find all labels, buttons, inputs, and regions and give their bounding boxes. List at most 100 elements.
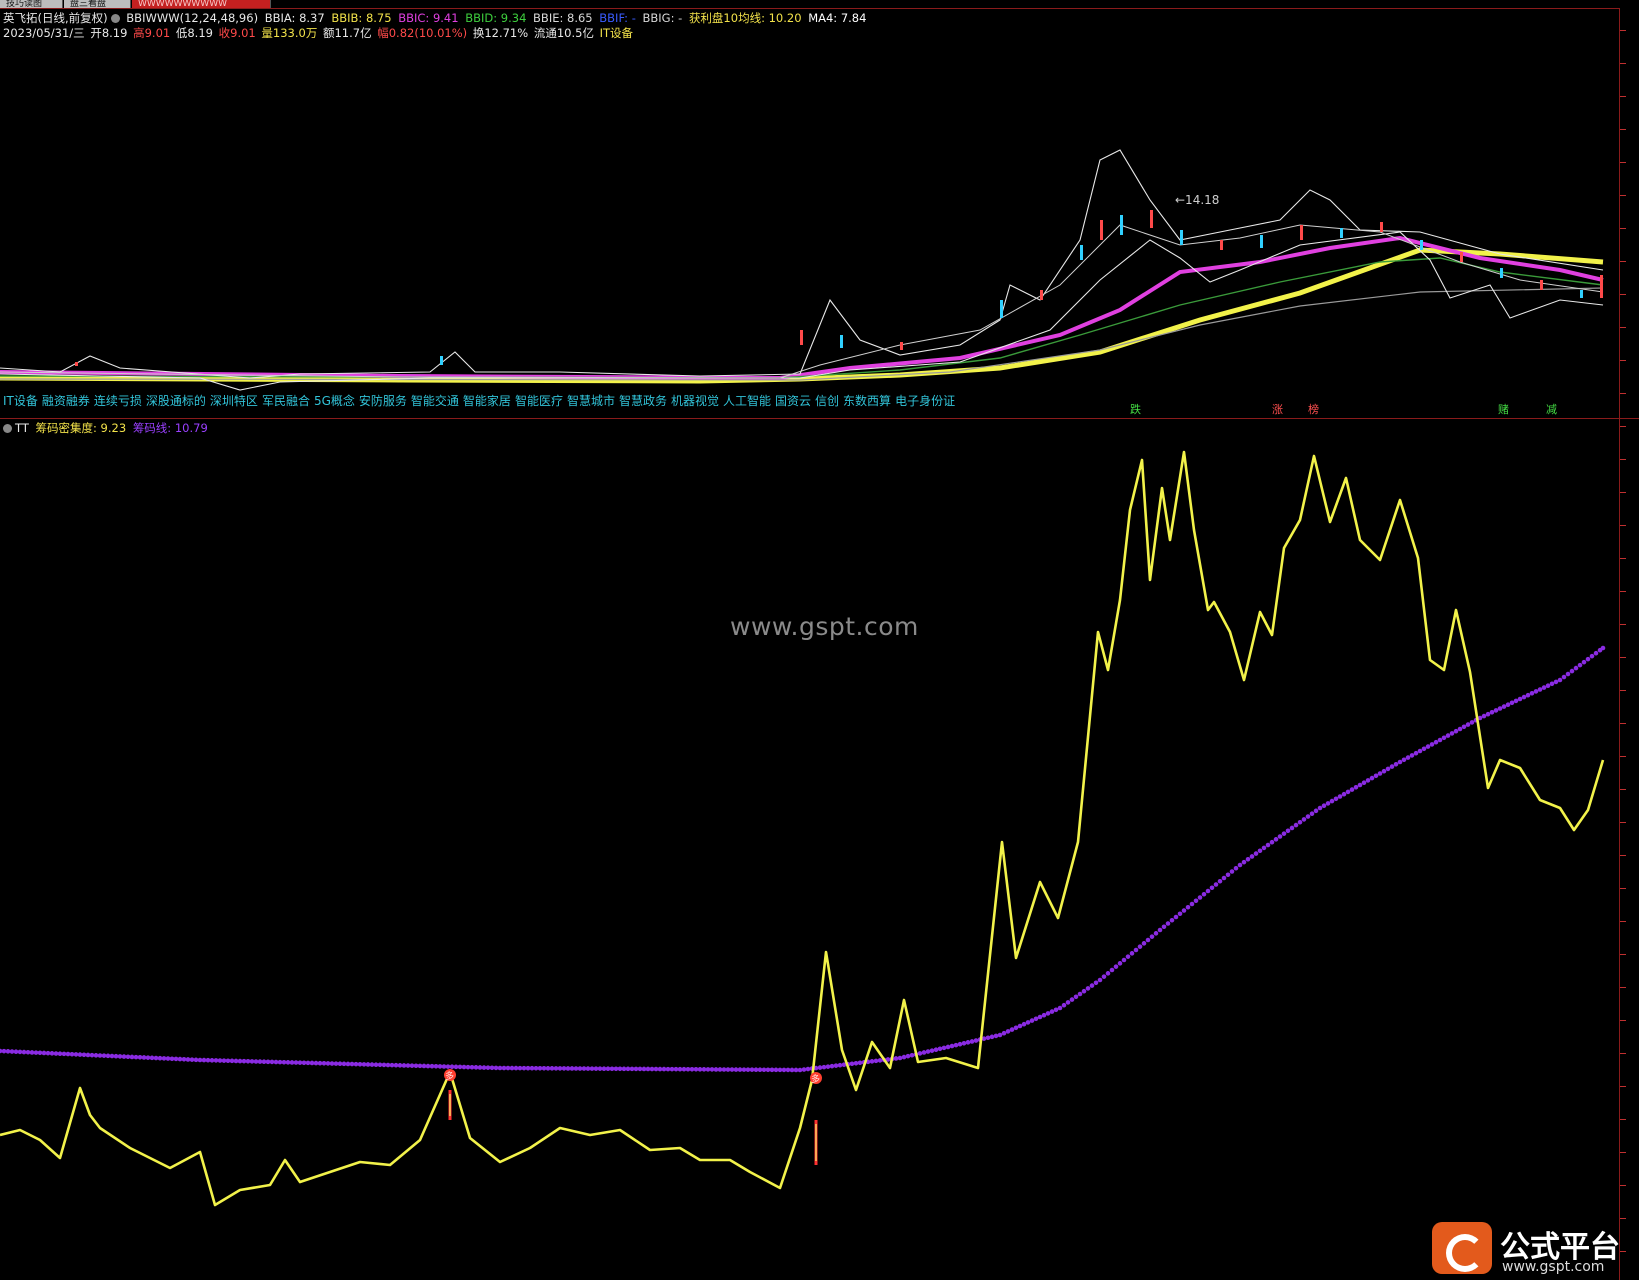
chip-line-dot-54 <box>213 1058 219 1063</box>
chip-line-dot-55 <box>217 1058 223 1063</box>
chip-line-dot-256 <box>1021 1021 1027 1027</box>
chip-line-dot-195 <box>777 1067 783 1073</box>
chip-line-dot-306 <box>1221 875 1227 881</box>
axis-tick <box>1620 822 1626 823</box>
chip-line-dot-371 <box>1481 713 1487 719</box>
chip-line-dot-64 <box>253 1059 259 1064</box>
chip-line-dot-172 <box>685 1066 691 1072</box>
chip-line-dot-42 <box>165 1056 171 1061</box>
white-mid-line <box>0 224 1604 379</box>
chip-line-dot-3 <box>9 1049 15 1054</box>
axis-tick <box>1620 1053 1626 1054</box>
chip-line-dot-79 <box>313 1060 319 1066</box>
chip-line-dot-75 <box>297 1060 303 1065</box>
chip-line-dot-57 <box>225 1058 231 1064</box>
chip-line-dot-161 <box>641 1066 647 1072</box>
chip-line-dot-278 <box>1109 967 1115 973</box>
chip-line-dot-248 <box>989 1034 995 1040</box>
chip-line-dot-27 <box>105 1053 111 1059</box>
chip-line-dot-290 <box>1157 927 1163 933</box>
chip-line-dot-139 <box>553 1066 559 1071</box>
chip-line-dot-199 <box>793 1067 799 1073</box>
chip-line-dot-327 <box>1305 814 1311 819</box>
chip-line-dot-362 <box>1445 733 1451 738</box>
candle-7 <box>1080 245 1083 260</box>
chip-line-dot-316 <box>1261 845 1267 851</box>
axis-tick <box>1620 162 1626 163</box>
chip-line-dot-47 <box>185 1057 191 1062</box>
chip-line-dot-308 <box>1229 869 1235 874</box>
chip-line-dot-372 <box>1485 711 1491 717</box>
chip-line-dot-197 <box>785 1067 791 1073</box>
chip-line-dot-127 <box>505 1065 511 1071</box>
chip-line-dot-130 <box>517 1065 523 1071</box>
chip-line-dot-390 <box>1557 677 1563 683</box>
chip-line-dot-385 <box>1537 687 1543 692</box>
chip-line-dot-304 <box>1213 882 1219 887</box>
chip-line-dot-332 <box>1325 801 1331 806</box>
chip-line-dot-4 <box>13 1049 19 1055</box>
chip-line-dot-303 <box>1209 885 1215 891</box>
chip-line-dot-9 <box>33 1050 39 1055</box>
chip-line-dot-83 <box>329 1061 335 1066</box>
chip-line-dot-335 <box>1337 794 1343 799</box>
chip-line-dot-87 <box>345 1061 351 1067</box>
chip-line-dot-391 <box>1561 674 1567 680</box>
chip-line-dot-192 <box>765 1067 771 1073</box>
chip-line-dot-272 <box>1085 986 1091 991</box>
chip-line-dot-188 <box>749 1067 755 1072</box>
chip-line-dot-26 <box>101 1053 107 1058</box>
chip-line-dot-355 <box>1417 748 1423 754</box>
chip-line-dot-149 <box>593 1066 599 1071</box>
chip-line-dot-285 <box>1137 944 1143 949</box>
chip-line-dot-367 <box>1465 722 1471 727</box>
chip-line-dot-100 <box>397 1063 403 1068</box>
candle-3 <box>840 335 843 348</box>
chip-line-dot-347 <box>1385 766 1391 772</box>
chip-line-dot-31 <box>121 1054 127 1059</box>
axis-tick <box>1620 921 1626 922</box>
chip-line-dot-12 <box>45 1050 51 1056</box>
chip-line-dot-158 <box>629 1066 635 1072</box>
chip-line-dot-140 <box>557 1066 563 1071</box>
chip-line-dot-224 <box>893 1056 899 1061</box>
chip-line-dot-148 <box>589 1066 595 1071</box>
candle-4 <box>900 342 903 350</box>
chip-line-dot-163 <box>649 1066 655 1072</box>
chip-line-dot-300 <box>1197 895 1203 900</box>
chip-line-dot-103 <box>409 1063 415 1068</box>
axis-tick <box>1620 129 1626 130</box>
signal-label-0: 多 <box>445 1070 454 1082</box>
chip-line-dot-174 <box>693 1067 699 1072</box>
chip-line-dot-207 <box>825 1064 831 1069</box>
chip-line-dot-295 <box>1177 911 1183 917</box>
chip-line-dot-227 <box>905 1053 911 1059</box>
chip-line-dot-185 <box>737 1067 743 1072</box>
chip-line-dot-183 <box>729 1067 735 1072</box>
chip-line-dot-315 <box>1257 848 1263 854</box>
chip-line-dot-116 <box>461 1064 467 1070</box>
chip-line-dot-68 <box>269 1059 275 1065</box>
chip-line-dot-392 <box>1565 671 1571 677</box>
chip-line-dot-164 <box>653 1066 659 1072</box>
chip-line-dot-119 <box>473 1065 479 1070</box>
candle-13 <box>1260 235 1263 248</box>
candle-8 <box>1100 220 1103 240</box>
chip-line-dot-363 <box>1449 731 1455 736</box>
chip-line-dot-236 <box>941 1045 947 1051</box>
chip-line-dot-194 <box>773 1067 779 1073</box>
chip-line-dot-381 <box>1521 694 1527 700</box>
chip-line-dot-301 <box>1201 891 1207 897</box>
chip-line-dot-49 <box>193 1057 199 1063</box>
chip-line-dot-15 <box>57 1051 63 1056</box>
chip-line-dot-349 <box>1393 762 1399 767</box>
chip-line-dot-235 <box>937 1046 943 1052</box>
candle-2 <box>800 330 803 345</box>
axis-tick <box>1620 426 1626 427</box>
chip-line-dot-240 <box>957 1041 963 1047</box>
chip-line-dot-380 <box>1517 696 1523 702</box>
chip-line-dot-166 <box>661 1066 667 1072</box>
chip-line-dot-231 <box>921 1050 927 1055</box>
axis-tick <box>1620 261 1626 262</box>
axis-tick <box>1620 690 1626 691</box>
